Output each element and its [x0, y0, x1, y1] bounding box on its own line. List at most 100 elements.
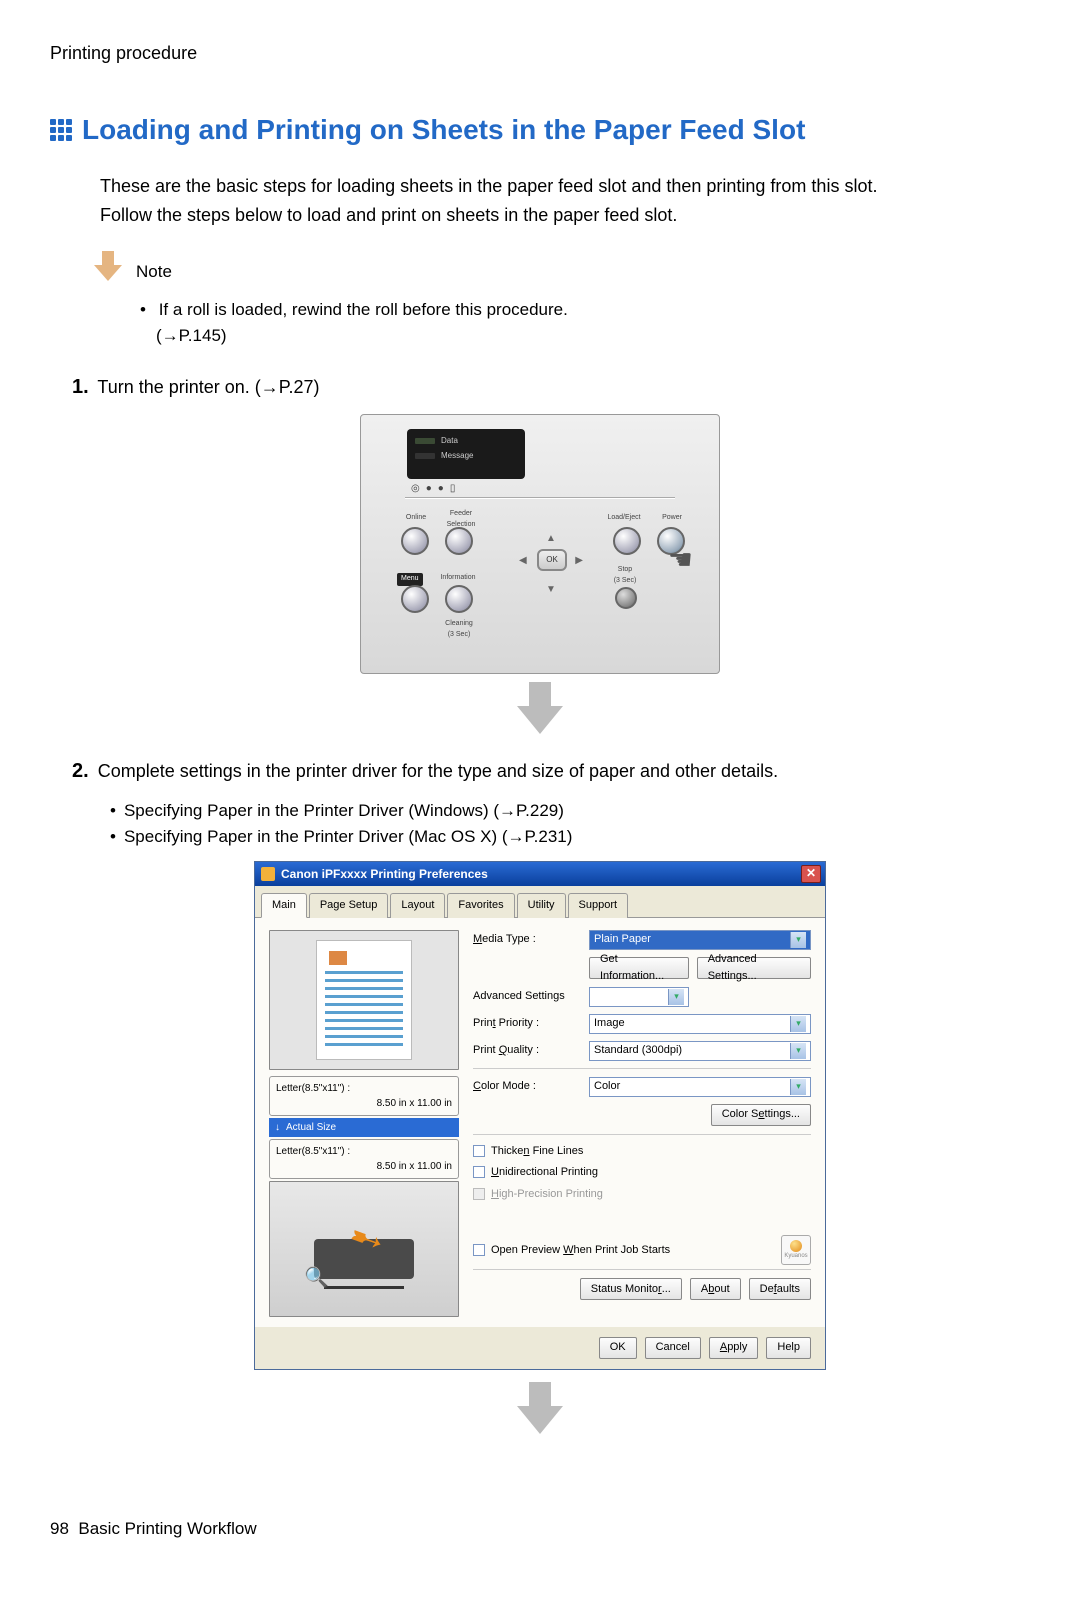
dialog-title: Canon iPFxxxx Printing Preferences	[281, 865, 488, 883]
panel-feeder-button	[445, 527, 473, 555]
chevron-down-icon	[790, 1016, 806, 1032]
unidirectional-printing-checkbox[interactable]	[473, 1166, 485, 1178]
thicken-fine-lines-checkbox[interactable]	[473, 1145, 485, 1157]
step-2-bullet-1: •Specifying Paper in the Printer Driver …	[110, 798, 1030, 824]
note-block: Note • If a roll is loaded, rewind the r…	[90, 251, 1030, 348]
chevron-down-icon	[668, 989, 684, 1005]
panel-online-label: Online	[399, 513, 433, 524]
section-heading: Loading and Printing on Sheets in the Pa…	[50, 109, 1030, 151]
paper-size-status-2: Letter(8.5"x11") : 8.50 in x 11.00 in	[269, 1139, 459, 1179]
down-arrow-icon	[515, 1382, 565, 1436]
tab-favorites[interactable]: Favorites	[447, 893, 514, 918]
chevron-down-icon	[790, 1079, 806, 1095]
media-type-value: Plain Paper	[594, 931, 651, 948]
step-2: 2. Complete settings in the printer driv…	[72, 756, 1030, 786]
printer-preview: ➸ 🔍	[269, 1181, 459, 1317]
dialog-titlebar: Canon iPFxxxx Printing Preferences ✕	[255, 862, 825, 886]
panel-lcd: Data Message	[407, 429, 525, 479]
tab-page-setup[interactable]: Page Setup	[309, 893, 389, 918]
panel-dpad: ▲▼ ◀▶ OK	[509, 527, 589, 597]
panel-stop-label: Stop (3 Sec)	[605, 565, 645, 586]
dialog-left-column: Letter(8.5"x11") : 8.50 in x 11.00 in ↓ …	[269, 930, 459, 1317]
tab-support[interactable]: Support	[568, 893, 629, 918]
step-1-number: 1.	[72, 376, 89, 398]
print-quality-combo[interactable]: Standard (300dpi)	[589, 1041, 811, 1061]
letter-dim-2: 8.50 in x 11.00 in	[276, 1159, 452, 1174]
panel-indicators: ◎●●▯	[411, 481, 455, 496]
intro-paragraph: These are the basic steps for loading sh…	[100, 173, 1030, 229]
bullet-icon: •	[140, 300, 146, 319]
tab-layout[interactable]: Layout	[390, 893, 445, 918]
get-information-button[interactable]: Get Information...	[589, 957, 689, 979]
color-mode-value: Color	[594, 1078, 620, 1095]
open-preview-label: Open Preview When Print Job Starts	[491, 1242, 670, 1259]
magnifier-icon: 🔍	[304, 1263, 329, 1293]
help-button[interactable]: Help	[766, 1337, 811, 1359]
panel-loadeject-label: Load/Eject	[601, 513, 647, 524]
tab-main[interactable]: Main	[261, 893, 307, 918]
note-label: Note	[136, 259, 172, 285]
apply-button[interactable]: Apply	[709, 1337, 759, 1359]
page-footer: 98 Basic Printing Workflow	[50, 1516, 1030, 1542]
kyuanos-icon: Kyuanos	[781, 1235, 811, 1265]
high-precision-printing-checkbox	[473, 1188, 485, 1200]
advanced-settings-combo[interactable]	[589, 987, 689, 1007]
breadcrumb: Printing procedure	[50, 40, 1030, 67]
media-type-label: Media Type :	[473, 931, 583, 948]
high-precision-printing-label: High-Precision Printing	[491, 1186, 603, 1203]
color-mode-combo[interactable]: Color	[589, 1077, 811, 1097]
note-bullet-text: If a roll is loaded, rewind the roll bef…	[159, 300, 568, 319]
panel-info-button	[445, 585, 473, 613]
step-2-bullet-2-text: Specifying Paper in the Printer Driver (…	[124, 827, 572, 846]
step-2-bullet-1-text: Specifying Paper in the Printer Driver (…	[124, 801, 564, 820]
status-monitor-button[interactable]: Status Monitor...	[580, 1278, 682, 1300]
page-preview	[269, 930, 459, 1070]
intro-line-1: These are the basic steps for loading sh…	[100, 173, 1030, 200]
down-arrow-icon	[515, 682, 565, 736]
dialog-footer: OK Cancel Apply Help	[255, 1327, 825, 1369]
step-1-text: Turn the printer on. (→P.27)	[97, 377, 319, 397]
step-2-number: 2.	[72, 760, 89, 782]
actual-size-bar[interactable]: ↓ Actual Size	[269, 1118, 459, 1137]
defaults-button[interactable]: Defaults	[749, 1278, 811, 1300]
panel-lcd-message-label: Message	[441, 450, 473, 462]
app-icon	[261, 867, 275, 881]
cancel-button[interactable]: Cancel	[645, 1337, 701, 1359]
paper-size-status-1: Letter(8.5"x11") : 8.50 in x 11.00 in	[269, 1076, 459, 1116]
step-1: 1. Turn the printer on. (→P.27)	[72, 372, 1030, 402]
printer-control-panel-figure: Data Message ◎●●▯ Online Feeder Selectio…	[360, 414, 720, 674]
grid-icon	[50, 119, 72, 141]
thicken-fine-lines-label: Thicken Fine Lines	[491, 1143, 583, 1160]
open-preview-checkbox[interactable]	[473, 1244, 485, 1256]
about-button[interactable]: About	[690, 1278, 741, 1300]
actual-size-label: Actual Size	[286, 1120, 336, 1135]
panel-stop-button	[615, 587, 637, 609]
print-priority-label: Print Priority :	[473, 1015, 583, 1032]
panel-lcd-data-label: Data	[441, 435, 458, 447]
ok-button[interactable]: OK	[599, 1337, 637, 1359]
tab-utility[interactable]: Utility	[517, 893, 566, 918]
close-button[interactable]: ✕	[801, 865, 821, 883]
step-2-text: Complete settings in the printer driver …	[98, 761, 778, 781]
intro-line-2: Follow the steps below to load and print…	[100, 202, 1030, 229]
letter-label-1: Letter(8.5"x11") :	[276, 1081, 452, 1096]
color-settings-button[interactable]: Color Settings...	[711, 1104, 811, 1126]
letter-label-2: Letter(8.5"x11") :	[276, 1144, 452, 1159]
dialog-right-column: Media Type : Plain Paper Get Information…	[473, 930, 811, 1317]
panel-ok-button: OK	[537, 549, 567, 571]
printing-preferences-dialog: Canon iPFxxxx Printing Preferences ✕ Mai…	[254, 861, 826, 1370]
dialog-tabs: Main Page Setup Layout Favorites Utility…	[255, 886, 825, 918]
media-type-combo[interactable]: Plain Paper	[589, 930, 811, 950]
print-quality-label: Print Quality :	[473, 1042, 583, 1059]
advanced-settings-label: Advanced Settings	[473, 988, 583, 1005]
panel-cleaning-label: Cleaning (3 Sec)	[437, 619, 481, 640]
letter-dim-1: 8.50 in x 11.00 in	[276, 1096, 452, 1111]
color-mode-label: Color Mode :	[473, 1078, 583, 1095]
print-priority-combo[interactable]: Image	[589, 1014, 811, 1034]
chevron-down-icon	[790, 1043, 806, 1059]
step-2-bullet-2: •Specifying Paper in the Printer Driver …	[110, 824, 1030, 850]
advanced-settings-button[interactable]: Advanced Settings...	[697, 957, 811, 979]
panel-power-label: Power	[655, 513, 689, 524]
panel-menu-button	[401, 585, 429, 613]
panel-info-label: Information	[433, 573, 483, 584]
